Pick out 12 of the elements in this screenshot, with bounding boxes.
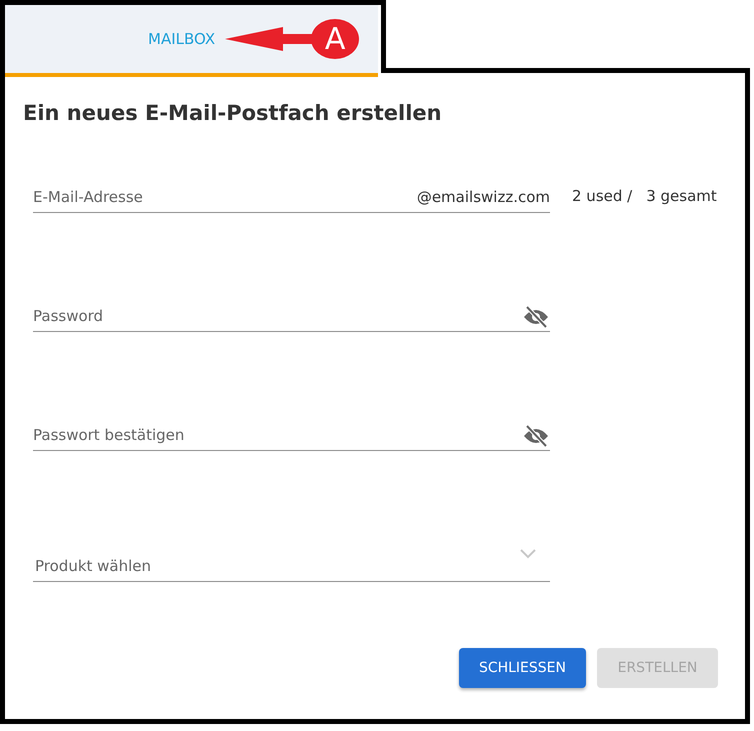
domain-suffix: @emailswizz.com <box>416 188 550 206</box>
eye-off-icon[interactable] <box>522 305 550 329</box>
mailbox-count: 2 used / 3 gesamt <box>572 187 717 207</box>
product-select[interactable]: Produkt wählen <box>35 557 520 575</box>
eye-off-icon[interactable] <box>522 424 550 448</box>
callout-marker: A <box>311 19 360 59</box>
mailbox-tab[interactable]: MAILBOX A <box>5 5 378 77</box>
dialog-title: Ein neues E-Mail-Postfach erstellen <box>23 101 443 125</box>
password-field[interactable]: Passwort bestätigen <box>33 426 522 448</box>
close-button[interactable]: SCHLIESSEN <box>458 648 586 688</box>
password-field[interactable]: Password <box>33 307 522 329</box>
email-field[interactable]: E-Mail-Adresse <box>33 188 417 206</box>
